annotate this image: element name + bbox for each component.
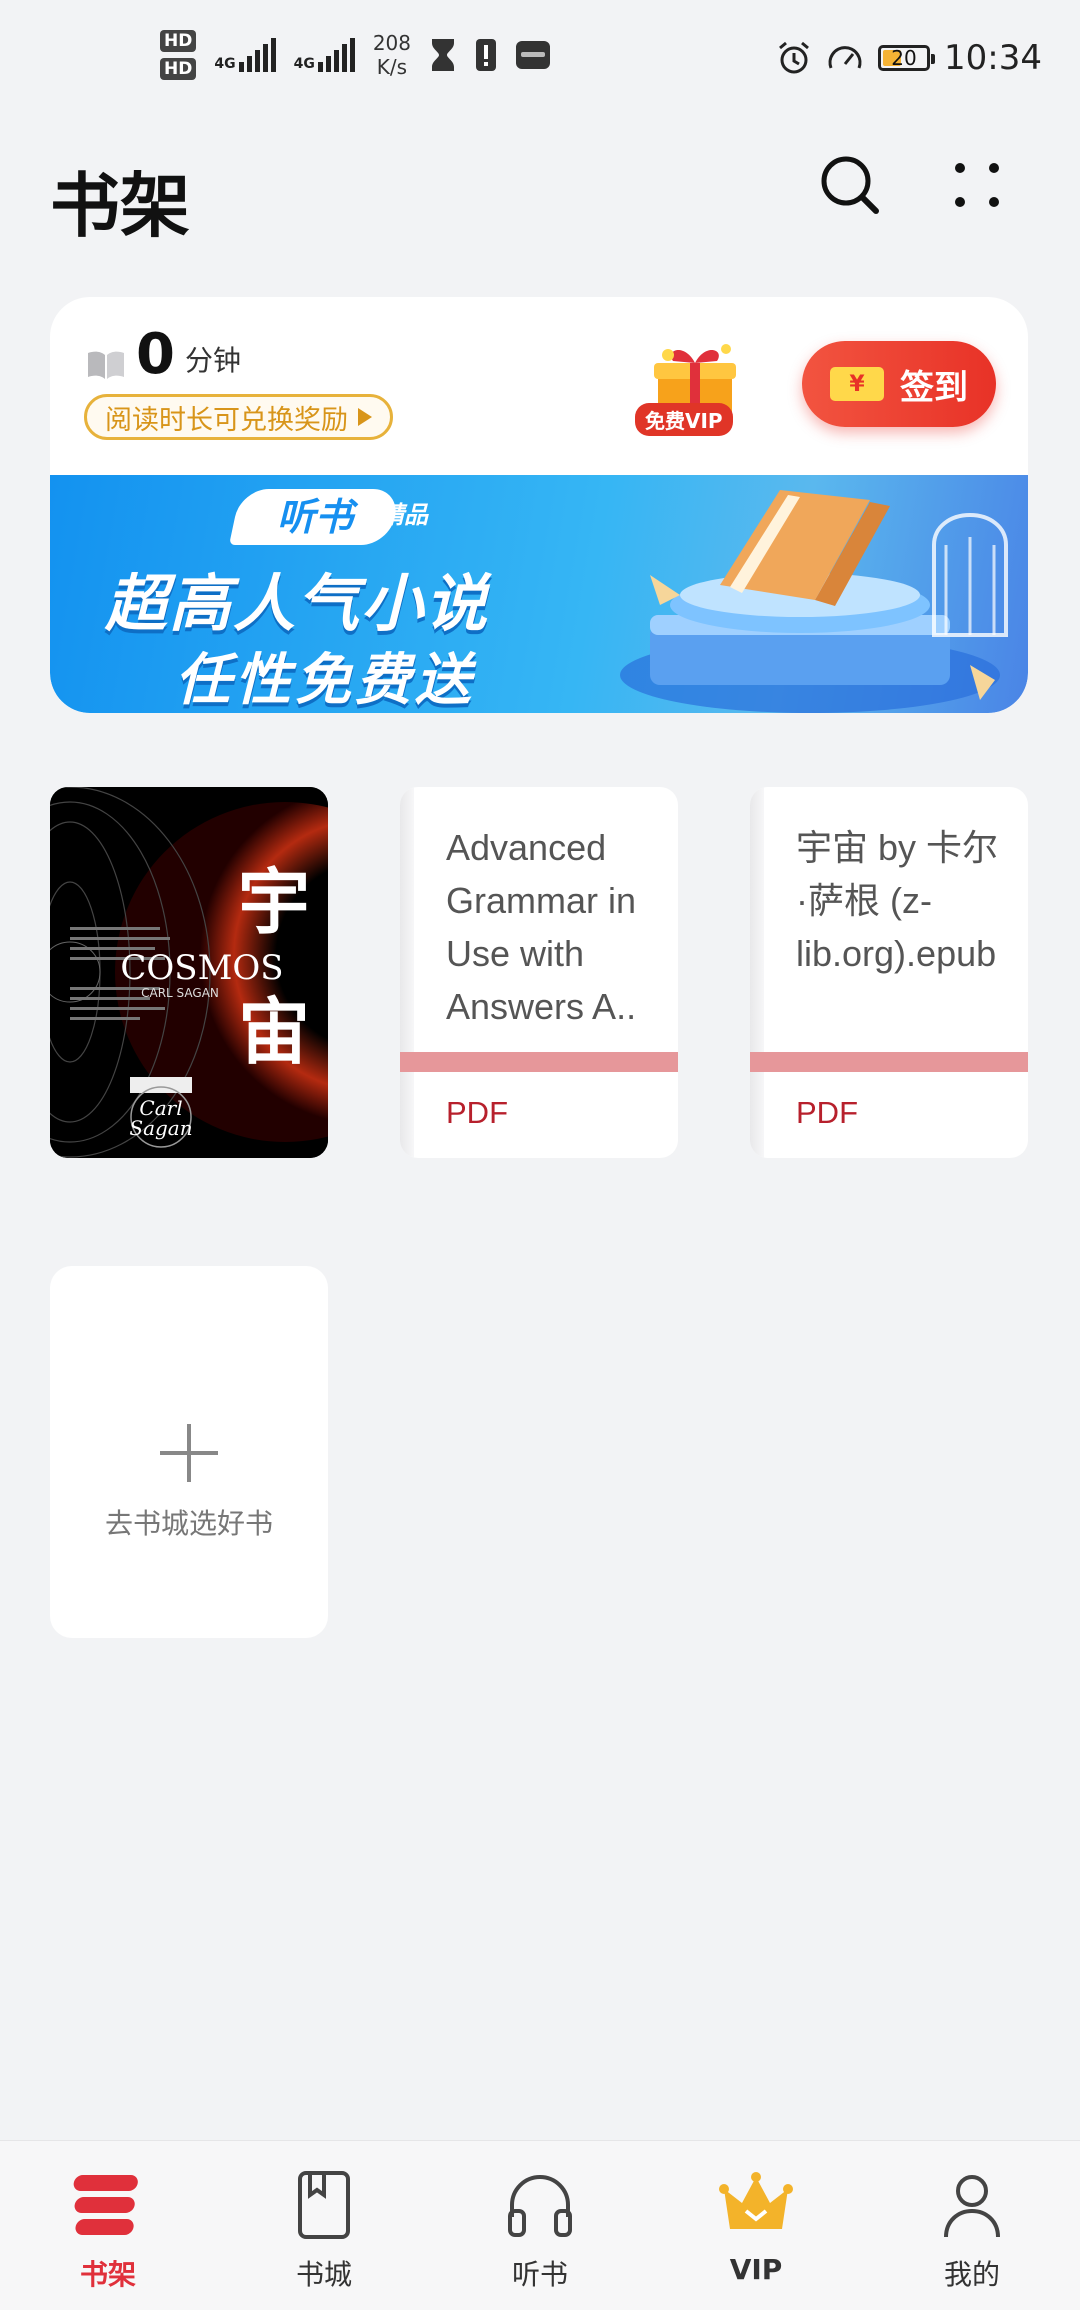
book-cosmos-file[interactable]: 宇宙 by 卡尔·萨根 (z-lib.org).epub PDF <box>750 787 1028 1158</box>
banner-tag-label: 听书 <box>276 495 353 539</box>
sim1-signal-icon: 4G <box>214 38 276 72</box>
network-speed-value: 208 <box>372 31 411 55</box>
plus-icon <box>160 1424 218 1482</box>
open-book-icon <box>88 351 124 379</box>
hourglass-icon <box>432 39 454 71</box>
redeem-rewards-link[interactable]: 阅读时长可兑换奖励 <box>84 394 393 440</box>
hd-badge-1: HD <box>160 30 197 52</box>
speedometer-icon <box>828 46 862 69</box>
sim2-network-type: 4G <box>293 56 315 72</box>
network-speed: 208 K/s <box>373 31 411 79</box>
reading-minutes: 0 <box>136 322 175 387</box>
sign-in-label: 签到 <box>900 367 968 408</box>
nav-label: VIP <box>729 2253 783 2286</box>
cover-signature-2: Sagan <box>129 1116 192 1140</box>
page-title: 书架 <box>50 165 190 247</box>
bottom-navigation: 书架 书城 听书 VIP 我的 <box>0 2140 1080 2310</box>
network-speed-unit: K/s <box>376 55 408 79</box>
profile-icon <box>944 2175 1000 2238</box>
nav-label: 书城 <box>295 2258 352 2291</box>
reading-time: 0 分钟 <box>86 327 241 383</box>
cover-title-bottom: 宙 <box>238 989 310 1074</box>
book-format: PDF <box>446 1095 508 1130</box>
book-store-icon <box>298 2171 350 2239</box>
nav-label: 我的 <box>943 2258 1000 2291</box>
search-icon[interactable] <box>815 150 885 220</box>
banner-tag: 听书 <box>229 489 401 545</box>
nav-vip[interactable]: VIP <box>676 2167 836 2286</box>
book-cover-image: 宇 宙 COSMOS CARL SAGAN Carl Sagan <box>50 787 328 1158</box>
bookshelf-icon <box>73 2175 138 2235</box>
nav-profile[interactable]: 我的 <box>892 2167 1052 2293</box>
free-vip-tag[interactable]: 免费VIP <box>635 403 733 436</box>
cover-en-title: COSMOS <box>120 948 283 988</box>
status-right: 20 10:34 <box>776 38 1042 78</box>
sign-in-button[interactable]: ¥ 签到 <box>802 341 996 427</box>
banner-subheadline: 任性免费送 <box>175 648 475 713</box>
huawei-app-icon <box>516 41 550 69</box>
redeem-rewards-label: 阅读时长可兑换奖励 <box>105 404 348 436</box>
book-format: PDF <box>796 1095 858 1130</box>
headphones-icon <box>508 2175 572 2237</box>
status-bar: HD HD 4G 4G 208 K/s 20 10:34 <box>0 0 1080 110</box>
banner-illustration <box>620 490 1008 713</box>
nav-label: 书架 <box>79 2258 136 2291</box>
nav-book-store[interactable]: 书城 <box>244 2167 404 2293</box>
add-book-label: 去书城选好书 <box>104 1507 273 1540</box>
hd-badge-2: HD <box>160 58 197 80</box>
add-book-button[interactable]: 去书城选好书 <box>50 1266 328 1638</box>
book-stripe <box>400 1052 678 1072</box>
book-stripe <box>750 1052 1028 1072</box>
sim1-network-type: 4G <box>214 56 236 72</box>
promo-banner[interactable]: 听书 精品 超高人气小说 任性免费送 <box>50 475 1028 713</box>
nav-audiobooks[interactable]: 听书 <box>460 2167 620 2293</box>
banner-tag-sub: 精品 <box>380 501 428 529</box>
arrow-right-icon <box>358 408 372 426</box>
clock: 10:34 <box>944 38 1042 78</box>
ticket-icon: ¥ <box>830 367 884 401</box>
book-spine <box>750 787 764 1158</box>
sim2-signal-icon: 4G <box>294 38 355 72</box>
book-advanced-grammar[interactable]: Advanced Grammar in Use with Answers A..… <box>400 787 678 1158</box>
book-cosmos[interactable]: 宇 宙 COSMOS CARL SAGAN Carl Sagan <box>50 787 328 1158</box>
alarm-icon <box>779 41 809 74</box>
crown-icon <box>719 2172 793 2229</box>
cover-title-top: 宇 <box>238 859 310 944</box>
hd-indicators: HD HD <box>160 30 197 80</box>
nav-bookshelf[interactable]: 书架 <box>28 2167 188 2293</box>
banner-headline: 超高人气小说 <box>105 567 490 640</box>
book-spine <box>400 787 414 1158</box>
nav-label: 听书 <box>511 2258 568 2291</box>
reading-minutes-unit: 分钟 <box>184 344 241 377</box>
book-title: Advanced Grammar in Use with Answers A.. <box>446 827 637 1027</box>
more-options-icon[interactable] <box>942 150 1012 220</box>
reading-card: 0 分钟 阅读时长可兑换奖励 免费VIP ¥ 签到 听书 精品 超高人气小说 任… <box>50 297 1028 713</box>
status-left: HD HD 4G 4G 208 K/s <box>160 30 551 80</box>
alert-icon <box>476 39 496 71</box>
book-title: 宇宙 by 卡尔·萨根 (z-lib.org).epub <box>796 827 999 974</box>
cover-author: CARL SAGAN <box>141 986 219 1000</box>
battery-icon: 20 <box>878 45 936 71</box>
